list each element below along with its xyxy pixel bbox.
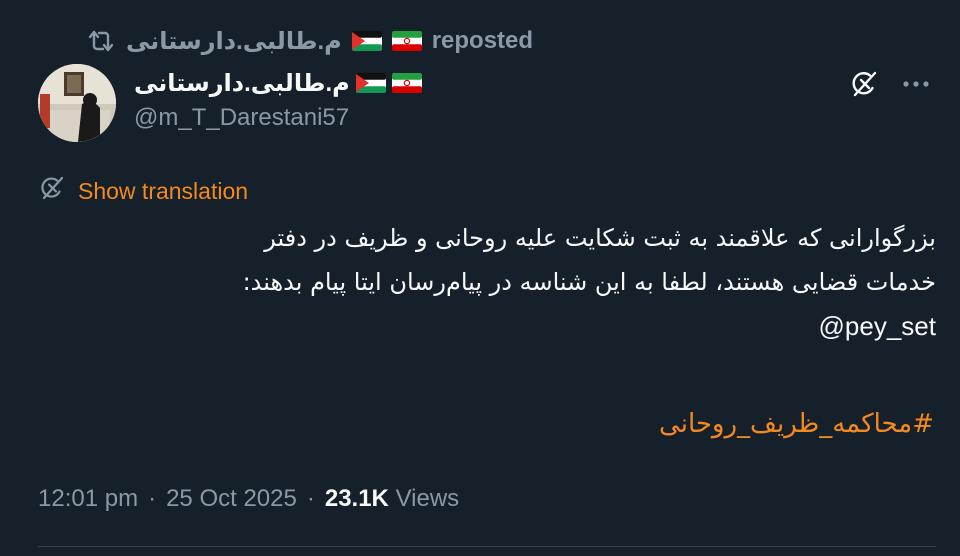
avatar[interactable] <box>38 64 116 142</box>
repost-user-name[interactable]: م.طالبی.دارستانی <box>126 27 342 56</box>
repost-context[interactable]: م.طالبی.دارستانی reposted <box>86 26 533 56</box>
repost-label: reposted <box>431 27 534 54</box>
show-translation-label[interactable]: Show translation <box>78 178 248 205</box>
tweet-time[interactable]: 12:01 pm <box>38 485 138 513</box>
repost-icon <box>86 28 116 54</box>
tweet-date[interactable]: 25 Oct 2025 <box>166 485 297 513</box>
views-count[interactable]: 23.1K <box>325 485 389 512</box>
tweet-text: بزرگوارانی که علاقمند به ثبت شکایت علیه … <box>38 216 936 348</box>
hashtag-link[interactable]: #محاکمه_ظریف_روحانی <box>38 402 934 446</box>
meta-separator: · <box>148 485 157 512</box>
meta-separator: · <box>306 485 315 512</box>
divider <box>38 546 936 547</box>
mention-handle: @pey_set <box>818 311 936 341</box>
iran-flag-icon <box>391 31 422 51</box>
grok-icon[interactable] <box>848 68 880 100</box>
translate-globe-icon <box>38 174 66 208</box>
tweet-card: م.طالبی.دارستانی reposted م.طالبی.دارستا… <box>0 0 960 556</box>
author-name[interactable]: م.طالبی.دارستانی <box>134 69 350 98</box>
tweet-text-line-2: خدمات قضایی هستند، لطفا به این شناسه در … <box>242 268 936 296</box>
author-handle[interactable]: @m_T_Darestani57 <box>134 104 349 132</box>
author-name-row[interactable]: م.طالبی.دارستانی <box>134 66 422 100</box>
tweet-meta: 12:01 pm · 25 Oct 2025 · 23.1K Views <box>38 482 459 516</box>
iran-flag-icon <box>391 73 422 93</box>
more-icon[interactable] <box>900 70 932 98</box>
palestine-flag-icon <box>355 73 386 93</box>
palestine-flag-icon <box>351 31 382 51</box>
show-translation-link[interactable]: Show translation <box>38 176 248 206</box>
tweet-text-line-1: بزرگوارانی که علاقمند به ثبت شکایت علیه … <box>264 224 936 252</box>
views-label: Views <box>395 485 460 512</box>
